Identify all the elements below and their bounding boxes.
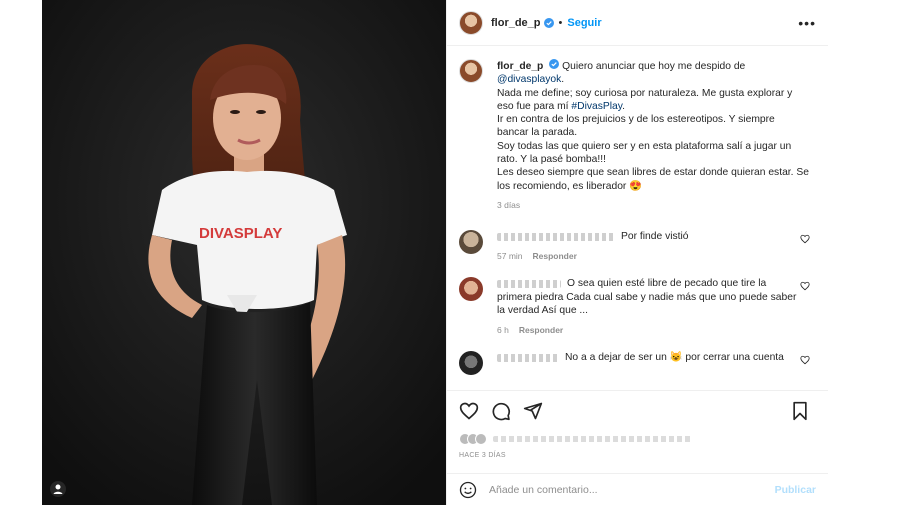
caption-punct: . — [622, 100, 626, 112]
comment-item: No a a dejar de ser un 😺 por cerrar una … — [459, 351, 816, 376]
comment-bubble-icon[interactable] — [491, 401, 511, 421]
comment-username-redacted[interactable] — [497, 232, 615, 241]
caption-line-1: Quiero anunciar que hoy me despido de — [562, 61, 746, 72]
reply-button[interactable]: Responder — [533, 251, 577, 261]
shirt-print: DIVASPLAY — [199, 225, 282, 242]
comment-username-redacted[interactable] — [497, 353, 559, 362]
instagram-post: DIVASPLAY flor_de_p • Seguir ••• flor_de… — [42, 0, 828, 505]
emoji-icon[interactable] — [459, 481, 477, 499]
caption-paragraph-2: Nada me define; soy curiosa por naturale… — [497, 87, 793, 112]
caption-timestamp[interactable]: 3 días — [497, 199, 809, 212]
avatar[interactable] — [459, 230, 483, 255]
photo-illustration: DIVASPLAY — [42, 0, 446, 505]
comment-input[interactable] — [489, 483, 775, 496]
share-send-icon[interactable] — [523, 401, 543, 421]
more-options-icon[interactable]: ••• — [798, 15, 816, 31]
like-heart-icon[interactable] — [459, 401, 479, 421]
caption-paragraph-4: Soy todas las que quiero ser y en esta p… — [497, 140, 792, 166]
like-comment-heart-icon[interactable] — [800, 355, 810, 365]
likes-summary[interactable] — [459, 432, 816, 446]
reply-button[interactable]: Responder — [519, 325, 563, 335]
likes-text-redacted — [493, 436, 693, 442]
verified-badge-icon — [543, 17, 554, 28]
liker-avatars — [459, 433, 487, 445]
avatar[interactable] — [459, 277, 483, 302]
post-header: flor_de_p • Seguir ••• — [447, 0, 828, 46]
follow-button[interactable]: Seguir — [567, 17, 601, 29]
comments-area[interactable]: flor_de_p Quiero anunciar que hoy me des… — [447, 47, 828, 389]
save-bookmark-icon[interactable] — [790, 401, 810, 421]
comment-text: Por finde vistió — [621, 231, 689, 243]
comment-time: 57 min — [497, 250, 523, 261]
comment-text: No a a dejar de ser un 😺 por cerrar una … — [565, 352, 784, 364]
comment-username-redacted[interactable] — [497, 279, 561, 288]
caption-avatar[interactable] — [459, 59, 483, 83]
header-username[interactable]: flor_de_p — [491, 17, 541, 29]
hashtag-link[interactable]: #DivasPlay — [571, 101, 622, 112]
post-actions-bar — [447, 390, 828, 430]
mention-link[interactable]: @divasplayok — [497, 74, 561, 85]
caption: flor_de_p Quiero anunciar que hoy me des… — [459, 59, 816, 212]
comment-item: Por finde vistió 57 min Responder — [459, 230, 816, 263]
post-photo[interactable]: DIVASPLAY — [42, 0, 446, 505]
like-comment-heart-icon[interactable] — [800, 234, 810, 244]
post-date[interactable]: Hace 3 días — [459, 452, 506, 459]
caption-username[interactable]: flor_de_p — [497, 61, 543, 72]
caption-paragraph-3: Ir en contra de los prejuicios y de los … — [497, 114, 775, 139]
user-tag-icon[interactable] — [50, 481, 66, 497]
like-comment-heart-icon[interactable] — [800, 281, 810, 291]
caption-punct: . — [561, 74, 565, 86]
avatar[interactable] — [459, 351, 483, 376]
caption-text: flor_de_p Quiero anunciar que hoy me des… — [497, 59, 809, 212]
comment-time: 6 h — [497, 324, 509, 335]
comment-item: O sea quien esté libre de pecado que tir… — [459, 277, 816, 337]
verified-badge-icon — [549, 59, 560, 69]
add-comment-bar: Publicar — [447, 473, 828, 505]
publish-button[interactable]: Publicar — [775, 484, 816, 496]
caption-paragraph-5: Les deseo siempre que sean libres de est… — [497, 167, 809, 192]
avatar[interactable] — [459, 10, 483, 35]
post-side-panel: flor_de_p • Seguir ••• flor_de_p Quiero … — [446, 0, 828, 505]
separator-dot: • — [558, 16, 563, 29]
